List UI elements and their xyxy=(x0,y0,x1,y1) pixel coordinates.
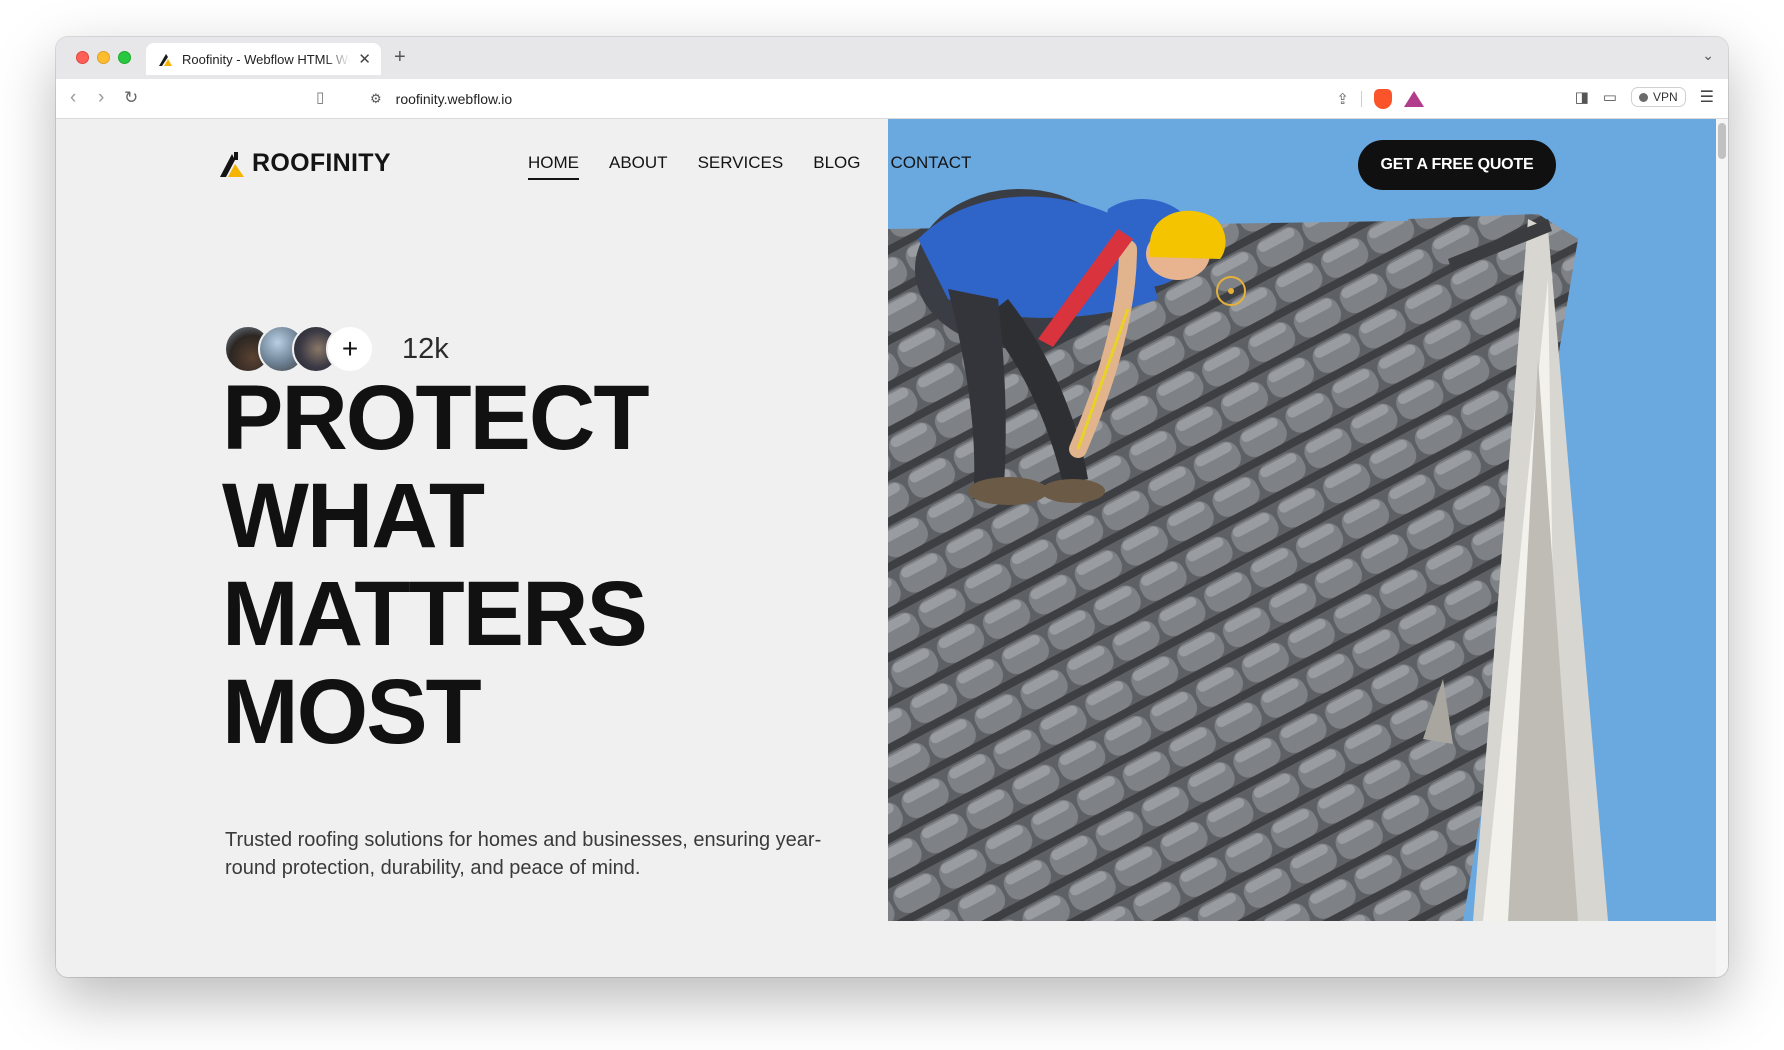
minimize-window-button[interactable] xyxy=(97,51,110,64)
address-bar[interactable]: ⚙ roofinity.webflow.io ⇪ xyxy=(356,83,1436,115)
vpn-button[interactable]: VPN xyxy=(1630,87,1686,107)
back-arrow-icon[interactable]: ‹ xyxy=(70,88,76,108)
nav-blog[interactable]: BLOG xyxy=(813,153,860,180)
reload-icon[interactable]: ↻ xyxy=(124,88,138,108)
hero-headline: PROTECT WHAT MATTERS MOST xyxy=(222,369,842,761)
vpn-status-icon xyxy=(1638,92,1648,102)
customer-count: 12k xyxy=(402,332,449,365)
brave-shield-icon[interactable] xyxy=(1374,89,1392,109)
wallet-icon[interactable]: ▭ xyxy=(1603,88,1617,106)
site-info-icon[interactable]: ⚙ xyxy=(370,91,382,107)
divider xyxy=(1361,91,1362,107)
page-viewport: ROOFINITY HOME ABOUT SERVICES BLOG CONTA… xyxy=(56,119,1716,977)
tab-strip: Roofinity - Webflow HTML Website Templat… xyxy=(56,37,1728,79)
sidebar-icon[interactable]: ◨ xyxy=(1575,88,1589,106)
hero-subtitle: Trusted roofing solutions for homes and … xyxy=(225,829,822,879)
scrollbar-thumb[interactable] xyxy=(1718,123,1726,159)
headline-line: WHAT xyxy=(222,465,485,567)
hero-image-roofer xyxy=(888,119,1716,921)
site-logo[interactable]: ROOFINITY xyxy=(218,149,391,178)
nav-about[interactable]: ABOUT xyxy=(609,153,668,180)
close-window-button[interactable] xyxy=(76,51,89,64)
nav-home[interactable]: HOME xyxy=(528,153,579,180)
social-proof: + 12k xyxy=(224,325,449,373)
roofinity-logo-icon xyxy=(220,151,244,177)
menu-icon[interactable]: ☰ xyxy=(1700,87,1714,107)
get-quote-button[interactable]: GET A FREE QUOTE xyxy=(1358,140,1556,190)
tab-list-chevron-icon[interactable]: ⌄ xyxy=(1702,47,1714,64)
browser-tab[interactable]: Roofinity - Webflow HTML Website Templat… xyxy=(146,43,381,75)
brave-rewards-icon[interactable] xyxy=(1404,91,1424,107)
bookmark-icon[interactable]: ▯ xyxy=(316,88,324,108)
headline-line: MATTERS xyxy=(222,563,648,665)
nav-contact[interactable]: CONTACT xyxy=(890,153,971,180)
new-tab-icon[interactable]: + xyxy=(394,46,406,69)
roofinity-favicon-icon xyxy=(159,54,172,66)
vpn-label: VPN xyxy=(1652,90,1678,104)
scrollbar[interactable] xyxy=(1716,119,1728,977)
browser-toolbar: ‹ › ↻ ▯ ⚙ roofinity.webflow.io ⇪ ◨ ▭ VPN… xyxy=(56,79,1728,119)
share-icon[interactable]: ⇪ xyxy=(1336,90,1349,108)
window-controls xyxy=(76,51,131,64)
toolbar-right: ◨ ▭ VPN ☰ xyxy=(1575,87,1714,107)
tab-title: Roofinity - Webflow HTML Website Templat… xyxy=(182,51,350,67)
logo-text: ROOFINITY xyxy=(252,149,391,177)
main-nav: HOME ABOUT SERVICES BLOG CONTACT xyxy=(528,153,971,180)
url-text[interactable]: roofinity.webflow.io xyxy=(396,91,512,107)
headline-line: MOST xyxy=(222,661,482,763)
browser-window: Roofinity - Webflow HTML Website Templat… xyxy=(56,37,1728,977)
headline-line: PROTECT xyxy=(222,367,650,469)
forward-arrow-icon[interactable]: › xyxy=(98,88,104,108)
plus-icon: + xyxy=(326,325,374,373)
close-tab-icon[interactable]: ✕ xyxy=(358,50,371,68)
zoom-window-button[interactable] xyxy=(118,51,131,64)
nav-services[interactable]: SERVICES xyxy=(698,153,784,180)
address-bar-actions: ⇪ xyxy=(1336,89,1424,109)
